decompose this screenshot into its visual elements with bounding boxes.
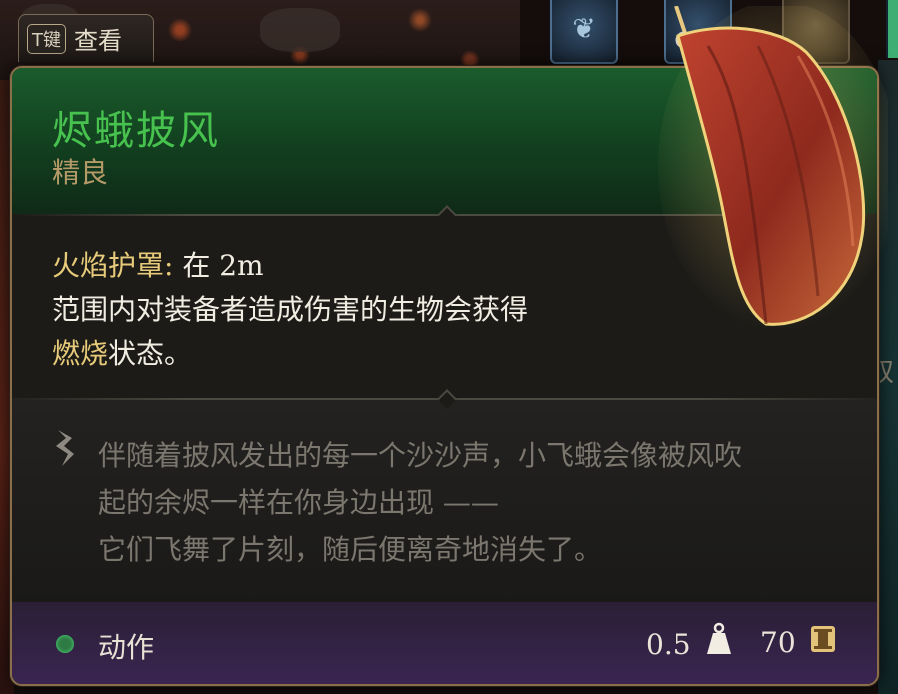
flavor-line: 它们飞舞了片刻，随后便离奇地消失了。 bbox=[98, 533, 603, 566]
item-weight: 0.5 bbox=[646, 628, 691, 661]
effect-title: 火焰护罩: bbox=[52, 249, 174, 282]
effect-status: 燃烧 bbox=[52, 337, 109, 370]
effect-description: 范围内对装备者造成伤害的生物会获得 bbox=[52, 293, 529, 326]
gold-coin-icon bbox=[811, 626, 835, 652]
item-effect: 火焰护罩: 在 2m 范围内对装备者造成伤害的生物会获得 燃烧状态。 bbox=[52, 244, 692, 376]
scroll-icon: ❦ bbox=[572, 12, 596, 45]
item-rarity: 精良 bbox=[52, 156, 109, 189]
weight-icon bbox=[707, 622, 731, 654]
cloak-item-icon bbox=[658, 6, 888, 331]
item-category: 动作 bbox=[98, 631, 155, 664]
item-flavor-text: 伴随着披风发出的每一个沙沙声，小飞蛾会像被风吹 起的余烬一样在你身边出现 —— … bbox=[98, 432, 858, 573]
hotbar-slot-scroll[interactable]: ❦ bbox=[550, 0, 618, 64]
view-label: 查看 bbox=[74, 27, 122, 55]
view-hint[interactable]: T键 查看 bbox=[18, 14, 154, 62]
quill-icon bbox=[56, 430, 74, 466]
item-name: 烬蛾披风 bbox=[52, 108, 220, 154]
flavor-line: 伴随着披风发出的每一个沙沙声，小飞蛾会像被风吹 bbox=[98, 439, 743, 472]
effect-status-suffix: 状态。 bbox=[108, 337, 193, 370]
t-key-cap: T键 bbox=[27, 23, 66, 54]
effect-range: 在 2m bbox=[182, 249, 264, 282]
item-price: 70 bbox=[760, 626, 796, 659]
tooltip-footer: 动作 0.5 70 bbox=[12, 602, 877, 684]
action-type-dot-icon bbox=[56, 635, 74, 653]
rock bbox=[260, 8, 340, 52]
flavor-line: 起的余烬一样在你身边出现 —— bbox=[98, 486, 499, 519]
